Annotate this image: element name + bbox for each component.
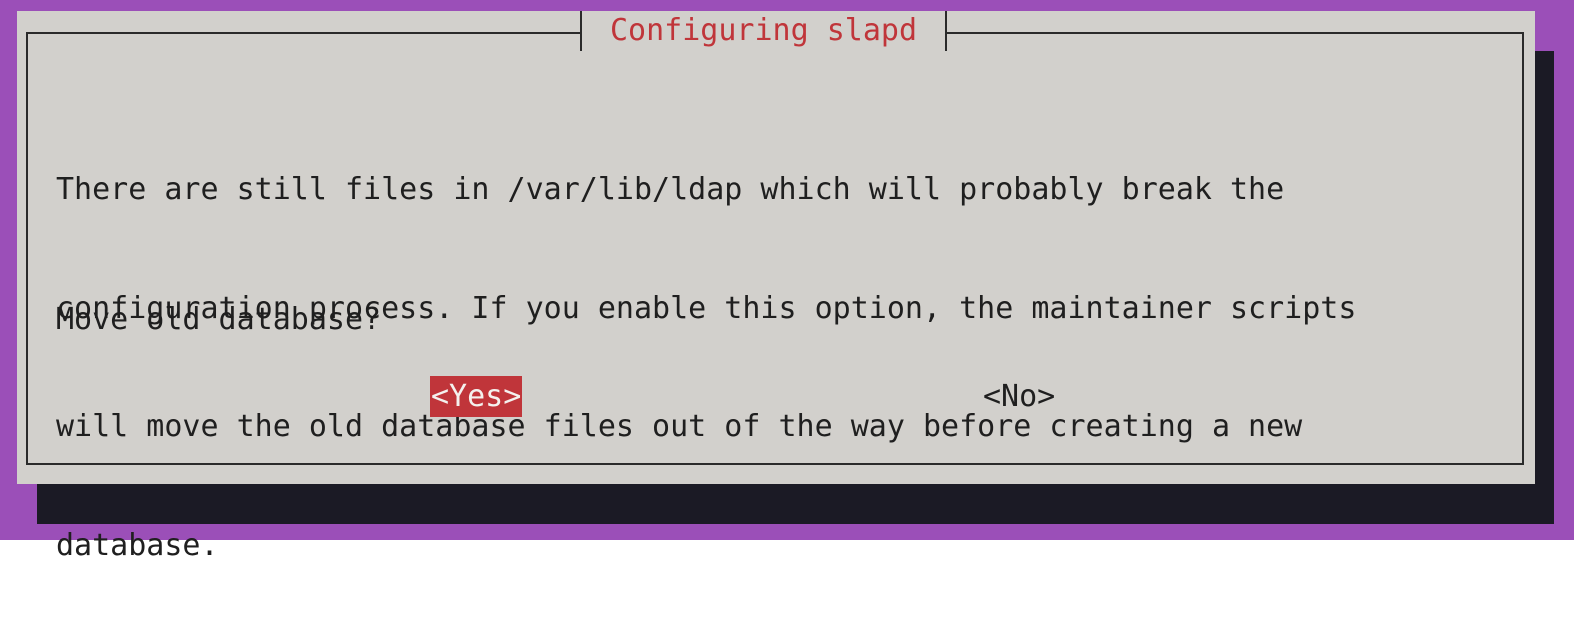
- debconf-dialog: Configuring slapd There are still files …: [17, 11, 1535, 563]
- no-button[interactable]: <No>: [983, 376, 1055, 417]
- dialog-question: Move old database?: [56, 302, 382, 337]
- message-line: database.: [56, 527, 219, 563]
- message-line: There are still files in /var/lib/ldap w…: [56, 172, 1285, 207]
- dialog-message: There are still files in /var/lib/ldap w…: [56, 91, 1356, 644]
- message-line: will move the old database files out of …: [56, 409, 1303, 444]
- dialog-title-box: Configuring slapd: [580, 11, 948, 51]
- dialog-title: Configuring slapd: [610, 13, 918, 48]
- yes-button[interactable]: <Yes>: [430, 376, 523, 417]
